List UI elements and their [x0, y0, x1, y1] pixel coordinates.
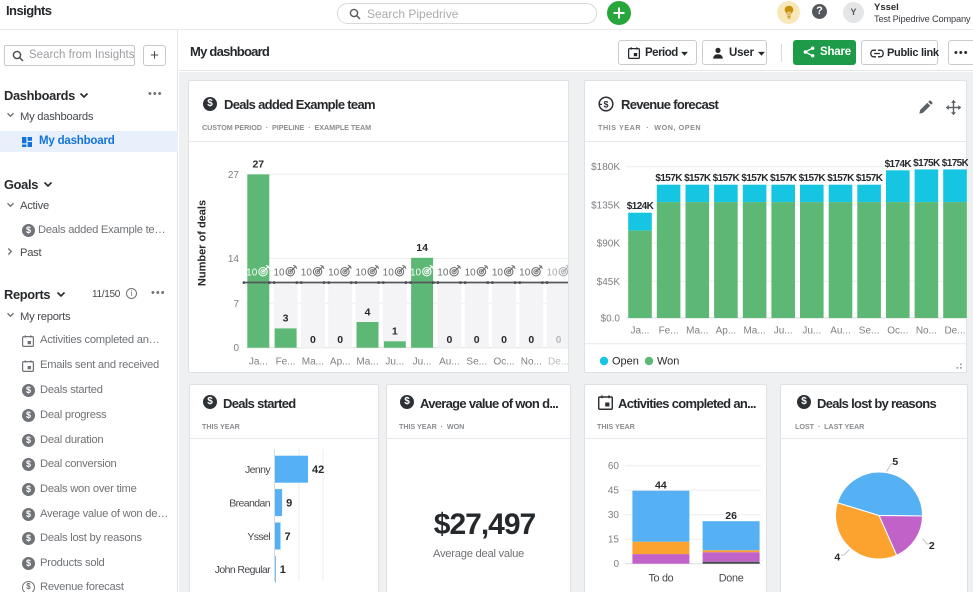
- svg-text:To do: To do: [648, 573, 673, 585]
- svg-text:Oc...: Oc...: [493, 357, 514, 368]
- svg-text:$157K: $157K: [827, 173, 855, 184]
- svg-text:14: 14: [228, 254, 240, 265]
- svg-text:$157K: $157K: [741, 173, 769, 184]
- svg-text:John Regular: John Regular: [215, 564, 271, 576]
- svg-text:Ju...: Ju...: [802, 325, 821, 336]
- svg-text:10: 10: [519, 268, 531, 279]
- svg-text:10: 10: [410, 268, 422, 279]
- svg-text:1: 1: [280, 564, 286, 576]
- svg-text:7: 7: [285, 531, 291, 543]
- svg-text:14: 14: [416, 242, 428, 254]
- svg-text:60: 60: [608, 461, 620, 472]
- svg-text:$180K: $180K: [591, 162, 620, 173]
- svg-text:42: 42: [312, 464, 324, 476]
- svg-text:Ja...: Ja...: [249, 357, 268, 368]
- svg-text:Au...: Au...: [830, 325, 851, 336]
- svg-text:0: 0: [446, 334, 452, 346]
- svg-text:Fe...: Fe...: [276, 357, 296, 368]
- svg-text:Ap...: Ap...: [716, 325, 737, 336]
- svg-text:10: 10: [437, 268, 449, 279]
- svg-text:Fe...: Fe...: [659, 325, 679, 336]
- svg-text:$175K: $175K: [942, 158, 968, 169]
- svg-text:Done: Done: [719, 573, 744, 585]
- svg-text:Open: Open: [612, 356, 639, 368]
- svg-text:Ja...: Ja...: [631, 325, 650, 336]
- svg-text:10: 10: [383, 268, 395, 279]
- svg-text:0: 0: [474, 334, 480, 346]
- svg-text:10: 10: [328, 268, 340, 279]
- svg-text:10: 10: [546, 268, 558, 279]
- svg-text:Ma...: Ma...: [743, 325, 765, 336]
- svg-text:10: 10: [492, 268, 504, 279]
- svg-text:Ju...: Ju...: [774, 325, 793, 336]
- svg-text:$174K: $174K: [885, 159, 913, 170]
- svg-text:Ju...: Ju...: [413, 357, 432, 368]
- svg-text:Ju...: Ju...: [385, 357, 404, 368]
- svg-text:$45K: $45K: [597, 277, 621, 288]
- svg-text:9: 9: [286, 497, 292, 509]
- svg-text:45: 45: [608, 486, 620, 497]
- svg-text:10: 10: [465, 268, 477, 279]
- svg-text:Won: Won: [657, 356, 679, 368]
- svg-text:10: 10: [355, 268, 367, 279]
- svg-text:44: 44: [655, 480, 667, 492]
- svg-text:Ap...: Ap...: [330, 357, 351, 368]
- svg-text:10: 10: [273, 268, 285, 279]
- svg-text:4: 4: [365, 306, 371, 318]
- svg-text:Ma...: Ma...: [302, 357, 324, 368]
- svg-text:30: 30: [608, 510, 620, 521]
- svg-text:27: 27: [228, 170, 240, 181]
- svg-text:Ma...: Ma...: [686, 325, 708, 336]
- svg-text:$157K: $157K: [770, 173, 798, 184]
- svg-text:0: 0: [556, 334, 562, 346]
- svg-text:10: 10: [246, 268, 258, 279]
- svg-text:7: 7: [233, 299, 239, 310]
- svg-text:27: 27: [252, 159, 264, 171]
- svg-text:$90K: $90K: [597, 239, 621, 250]
- svg-text:$157K: $157K: [856, 173, 884, 184]
- svg-text:$157K: $157K: [684, 173, 712, 184]
- svg-text:No...: No...: [521, 357, 542, 368]
- svg-text:0: 0: [337, 334, 343, 346]
- svg-text:Yssel: Yssel: [247, 531, 270, 543]
- svg-text:2: 2: [929, 540, 935, 552]
- svg-text:Ma...: Ma...: [356, 357, 378, 368]
- svg-text:$157K: $157K: [713, 173, 741, 184]
- svg-text:3: 3: [283, 313, 289, 325]
- svg-text:0: 0: [310, 334, 316, 346]
- svg-text:$157K: $157K: [655, 173, 683, 184]
- svg-text:$0.0: $0.0: [601, 314, 621, 325]
- svg-text:Oc...: Oc...: [887, 325, 908, 336]
- svg-text:Jenny: Jenny: [245, 464, 271, 476]
- svg-text:10: 10: [301, 268, 313, 279]
- svg-text:4: 4: [834, 552, 840, 564]
- svg-text:Number of deals: Number of deals: [197, 200, 209, 286]
- svg-text:0: 0: [613, 559, 619, 570]
- svg-text:$135K: $135K: [591, 200, 620, 211]
- svg-text:De...: De...: [944, 325, 965, 336]
- svg-text:Se...: Se...: [859, 325, 880, 336]
- svg-text:1: 1: [392, 326, 398, 338]
- svg-text:$157K: $157K: [799, 173, 827, 184]
- svg-text:15: 15: [608, 535, 620, 546]
- svg-text:0: 0: [233, 343, 239, 354]
- svg-text:No...: No...: [916, 325, 937, 336]
- svg-text:Se...: Se...: [466, 357, 487, 368]
- svg-text:26: 26: [725, 510, 737, 522]
- svg-text:Breandan: Breandan: [229, 497, 270, 509]
- svg-text:0: 0: [528, 334, 534, 346]
- svg-text:5: 5: [892, 456, 898, 468]
- svg-text:$124K: $124K: [627, 201, 655, 212]
- svg-text:0: 0: [501, 334, 507, 346]
- svg-text:De...: De...: [548, 357, 568, 368]
- svg-text:Au...: Au...: [439, 357, 460, 368]
- svg-text:$175K: $175K: [913, 158, 941, 169]
